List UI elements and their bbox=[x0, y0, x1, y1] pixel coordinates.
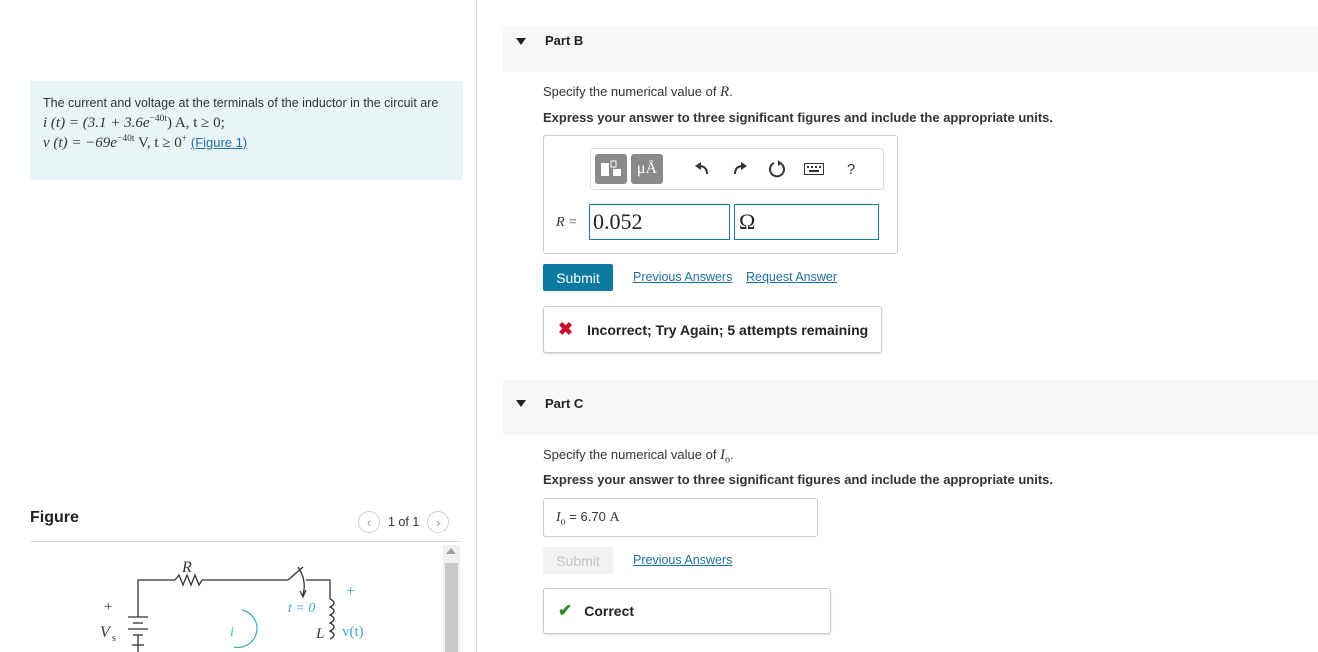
figure-pager: ‹ 1 of 1 › bbox=[358, 511, 450, 533]
request-answer-link[interactable]: Request Answer bbox=[746, 270, 837, 284]
chevron-left-icon[interactable]: ‹ bbox=[358, 511, 380, 533]
collapse-arrow-icon[interactable] bbox=[516, 38, 526, 45]
source-plus: + bbox=[104, 599, 112, 615]
part-b-header[interactable]: Part B bbox=[503, 27, 1318, 72]
units-button[interactable]: μÅ bbox=[631, 154, 663, 184]
part-c-unit: A bbox=[609, 510, 620, 525]
voltage-plus: + bbox=[346, 583, 355, 600]
collapse-arrow-icon[interactable] bbox=[516, 400, 526, 407]
inductor-label: L bbox=[315, 626, 324, 642]
part-b-instructions: Express your answer to three significant… bbox=[543, 110, 1053, 125]
redo-icon[interactable] bbox=[724, 154, 756, 184]
part-b-previous-answers-link[interactable]: Previous Answers bbox=[633, 270, 732, 284]
scroll-up-icon[interactable] bbox=[446, 548, 456, 554]
r-unit-input[interactable]: Ω bbox=[734, 204, 879, 240]
switch-label: t = 0 bbox=[288, 601, 315, 616]
part-c-header[interactable]: Part C bbox=[503, 380, 1318, 435]
voltage-label: v(t) bbox=[342, 624, 364, 640]
figure-link[interactable]: (Figure 1) bbox=[191, 135, 247, 150]
template-icon[interactable] bbox=[595, 154, 627, 184]
part-c-previous-answers-link[interactable]: Previous Answers bbox=[633, 553, 732, 567]
current-equation: i (t) = (3.1 + 3.6e−40t) A, t ≥ 0; bbox=[43, 114, 225, 131]
part-c-value: 6.70 bbox=[580, 509, 606, 524]
voltage-equation: v (t) = −69e−40t V, t ≥ 0+ (Figure 1) bbox=[43, 134, 248, 151]
source-label: V bbox=[100, 624, 112, 641]
chevron-right-icon[interactable]: › bbox=[427, 511, 450, 533]
current-label: i bbox=[230, 625, 234, 640]
keyboard-icon[interactable] bbox=[798, 154, 830, 184]
scroll-thumb[interactable] bbox=[445, 563, 458, 652]
panel-divider bbox=[476, 0, 477, 652]
part-c-feedback: ✔ Correct bbox=[543, 588, 831, 634]
circuit-diagram: R + V s L i t = 0 + v(t) bbox=[100, 559, 364, 652]
checkmark-icon: ✔ bbox=[558, 601, 573, 620]
part-c-answer: Io = 6.70 A bbox=[543, 498, 818, 537]
undo-icon[interactable] bbox=[686, 154, 718, 184]
math-toolbar: μÅ ? bbox=[590, 148, 884, 190]
part-c-submit-button: Submit bbox=[543, 547, 613, 574]
problem-statement: The current and voltage at the terminals… bbox=[30, 81, 463, 180]
help-button[interactable]: ? bbox=[835, 154, 867, 184]
pager-text: 1 of 1 bbox=[388, 515, 420, 529]
part-b-label: Part B bbox=[545, 33, 584, 48]
reset-icon[interactable] bbox=[761, 154, 793, 184]
x-icon: ✖ bbox=[558, 319, 574, 339]
problem-intro: The current and voltage at the terminals… bbox=[43, 96, 439, 110]
part-c-instructions: Express your answer to three significant… bbox=[543, 472, 1053, 487]
part-c-label: Part C bbox=[545, 396, 584, 411]
part-c-spec: Specify the numerical value of Io. bbox=[543, 447, 734, 466]
r-value-input[interactable]: 0.052 bbox=[589, 204, 730, 240]
r-variable-label: R = bbox=[556, 215, 578, 230]
resistor-label: R bbox=[181, 559, 192, 576]
source-sub: s bbox=[112, 633, 116, 644]
figure-title: Figure bbox=[30, 509, 79, 526]
figure-divider bbox=[30, 541, 462, 542]
part-b-feedback: ✖ Incorrect; Try Again; 5 attempts remai… bbox=[543, 306, 882, 353]
part-b-submit-button[interactable]: Submit bbox=[543, 264, 613, 291]
part-b-spec: Specify the numerical value of R. bbox=[543, 84, 733, 100]
